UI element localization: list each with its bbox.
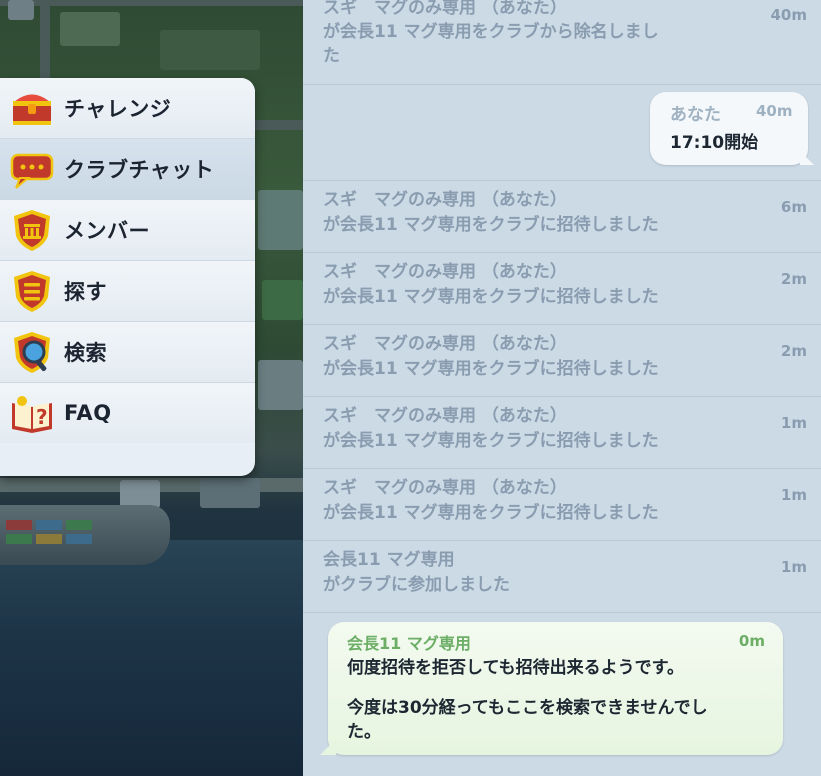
message-time: 40m (756, 102, 793, 120)
system-message: 会長11 マグ専用 がクラブに参加しました 1m (303, 541, 821, 613)
system-message: スギ マグのみ専用 （あなた） が会長11 マグ専用をクラブに招待しました 2m (303, 253, 821, 325)
club-chat-panel[interactable]: スギ マグのみ専用 （あなた） が会長11 マグ専用をクラブから除名しまし た … (303, 0, 821, 776)
message-time: 2m (780, 342, 807, 360)
menu-label: 探す (64, 280, 107, 304)
menu-label: 検索 (64, 341, 107, 365)
menu-label: FAQ (64, 401, 112, 425)
menu-label: メンバー (64, 219, 150, 243)
message-text: 今度は30分経ってもここを検索できませんでし (347, 698, 708, 718)
magnifier-icon (14, 332, 50, 373)
club-menu: チャレンジ クラブチャット メンバー 探す 検索 ? FAQ (0, 78, 255, 476)
system-message: スギ マグのみ専用 （あなた） が会長11 マグ専用をクラブに招待しました 1m (303, 397, 821, 469)
bubble-tail (320, 739, 336, 755)
sender-name: 会長11 マグ専用 (347, 634, 471, 653)
system-message: スギ マグのみ専用 （あなた） が会長11 マグ専用をクラブに招待しました 2m (303, 325, 821, 397)
message-time: 1m (780, 414, 807, 432)
sender-name: あなた (670, 105, 721, 125)
message-text: 何度招待を拒否しても招待出来るようです。 (347, 658, 684, 678)
menu-label: クラブチャット (64, 158, 215, 182)
menu-item-challenge[interactable]: チャレンジ (0, 78, 255, 139)
message-time: 1m (780, 486, 807, 504)
member-message-bubble: 会長11 マグ専用 0m 何度招待を拒否しても招待出来るようです。 今度は30分… (320, 622, 783, 755)
menu-item-faq[interactable]: ? FAQ (0, 383, 255, 443)
menu-label: チャレンジ (64, 97, 172, 121)
message-text: た。 (347, 722, 381, 742)
bubble-tail (800, 151, 814, 165)
message-time: 40m (770, 6, 807, 24)
message-time: 0m (738, 632, 765, 650)
treasure-chest-icon (13, 94, 51, 125)
self-message-bubble: あなた 40m 17:10開始 (650, 92, 814, 165)
menu-item-members[interactable]: メンバー (0, 200, 255, 261)
menu-item-find[interactable]: 探す (0, 261, 255, 322)
system-message: スギ マグのみ専用 （あなた） が会長11 マグ専用をクラブに招待しました 1m (303, 469, 821, 541)
message-time: 2m (780, 270, 807, 288)
message-time: 6m (780, 198, 807, 216)
system-message: スギ マグのみ専用 （あなた） が会長11 マグ専用をクラブから除名しまし た … (303, 0, 821, 85)
system-message: スギ マグのみ専用 （あなた） が会長11 マグ専用をクラブに招待しました 6m (303, 181, 821, 253)
message-time: 1m (780, 558, 807, 576)
chat-bubble-icon (10, 153, 54, 189)
question-book-icon: ? (12, 396, 52, 433)
menu-item-club-chat[interactable]: クラブチャット (0, 139, 255, 200)
message-text: 17:10開始 (670, 133, 759, 153)
svg-text:?: ? (36, 405, 48, 429)
list-shield-icon (14, 271, 50, 312)
menu-item-search[interactable]: 検索 (0, 322, 255, 383)
club-shield-icon (14, 210, 50, 251)
